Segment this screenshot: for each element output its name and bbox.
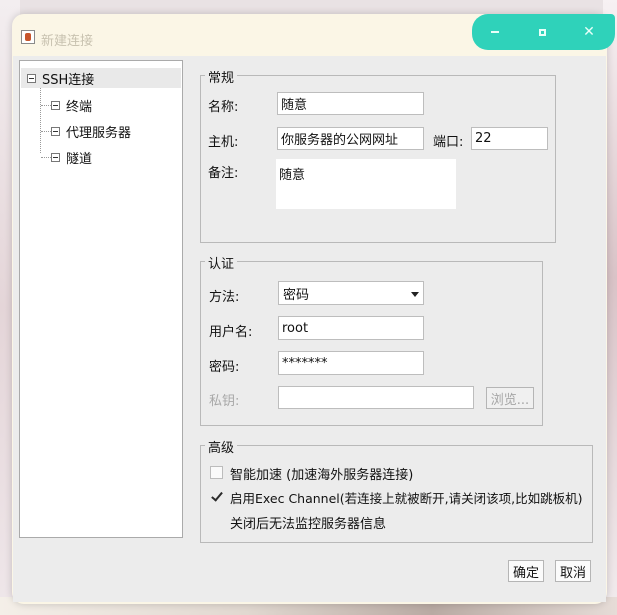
tree-item-proxy[interactable]: 代理服务器 — [51, 121, 131, 141]
close-button[interactable]: ✕ — [569, 14, 609, 50]
collapse-icon[interactable] — [51, 100, 60, 110]
advanced-group: 高级 智能加速 (加速海外服务器连接) 启用Exec Channel(若连接上就… — [200, 437, 593, 543]
exec-channel-note: 关闭后无法监控服务器信息 — [230, 517, 387, 532]
name-field[interactable]: 随意 — [277, 92, 424, 115]
general-legend: 常规 — [205, 67, 238, 86]
username-field[interactable]: root — [278, 316, 424, 340]
note-label: 备注: — [208, 166, 239, 181]
private-key-field[interactable] — [278, 386, 474, 409]
auth-method-value: 密码 — [283, 287, 310, 303]
maximize-icon — [538, 28, 546, 36]
tree-connector — [41, 105, 51, 106]
auth-legend: 认证 — [205, 253, 238, 272]
exec-channel-label: 启用Exec Channel(若连接上就被断开,请关闭该项,比如跳板机) — [230, 491, 583, 506]
exec-channel-option[interactable]: 启用Exec Channel(若连接上就被断开,请关闭该项,比如跳板机) — [210, 488, 592, 506]
password-field[interactable]: ******* — [278, 351, 424, 375]
port-label: 端口: — [433, 135, 464, 150]
smart-accel-option[interactable]: 智能加速 (加速海外服务器连接) — [210, 464, 590, 483]
tree-item-terminal[interactable]: 终端 — [51, 95, 92, 115]
tree-item-label: SSH连接 — [42, 72, 95, 88]
tree-item-label: 隧道 — [66, 151, 93, 167]
tree-item-ssh[interactable]: SSH连接 — [21, 68, 181, 88]
browse-button[interactable]: 浏览... — [486, 387, 534, 409]
smart-accel-checkbox[interactable] — [210, 466, 223, 479]
collapse-icon[interactable] — [51, 126, 60, 136]
host-field[interactable]: 你服务器的公网网址 — [277, 127, 424, 150]
name-label: 名称: — [208, 100, 239, 115]
advanced-legend: 高级 — [205, 437, 238, 456]
cancel-button[interactable]: 取消 — [555, 560, 591, 582]
tree-connector — [40, 83, 41, 153]
exec-channel-checkbox[interactable] — [210, 490, 223, 503]
host-label: 主机: — [208, 135, 239, 150]
username-label: 用户名: — [209, 325, 253, 340]
password-label: 密码: — [209, 360, 240, 375]
collapse-icon[interactable] — [27, 73, 36, 83]
method-label: 方法: — [209, 290, 240, 305]
private-key-label: 私钥: — [209, 394, 240, 409]
window-title: 新建连接 — [41, 34, 94, 49]
maximize-button[interactable] — [522, 14, 562, 50]
tree-item-label: 终端 — [66, 99, 93, 115]
auth-group: 认证 方法: 密码 用户名: root 密码: ******* 私钥: 浏览..… — [200, 253, 543, 426]
chevron-down-icon — [411, 292, 419, 297]
close-icon: ✕ — [583, 24, 595, 40]
new-connection-dialog: 新建连接 ✕ SSH连接 终端 代理服务器 隧道 常规 名称: 随意 主机: 你… — [12, 14, 615, 604]
java-app-icon — [21, 30, 35, 44]
tree-item-label: 代理服务器 — [66, 125, 132, 141]
minimize-button[interactable] — [475, 14, 515, 50]
window-controls: ✕ — [472, 14, 615, 50]
tree-item-tunnel[interactable]: 隧道 — [51, 147, 92, 167]
tree-connector — [41, 131, 51, 132]
tree-connector — [41, 157, 51, 158]
smart-accel-label: 智能加速 (加速海外服务器连接) — [230, 468, 414, 483]
note-textarea[interactable]: 随意 — [276, 159, 456, 209]
general-group: 常规 名称: 随意 主机: 你服务器的公网网址 端口: 22 备注: 随意 — [200, 67, 556, 243]
auth-method-dropdown[interactable]: 密码 — [278, 281, 424, 305]
port-field[interactable]: 22 — [471, 127, 548, 150]
minimize-icon — [491, 31, 499, 33]
ok-button[interactable]: 确定 — [508, 560, 544, 582]
settings-tree: SSH连接 终端 代理服务器 隧道 — [19, 60, 183, 538]
collapse-icon[interactable] — [51, 152, 60, 162]
dialog-content: SSH连接 终端 代理服务器 隧道 常规 名称: 随意 主机: 你服务器的公网网… — [13, 56, 606, 602]
